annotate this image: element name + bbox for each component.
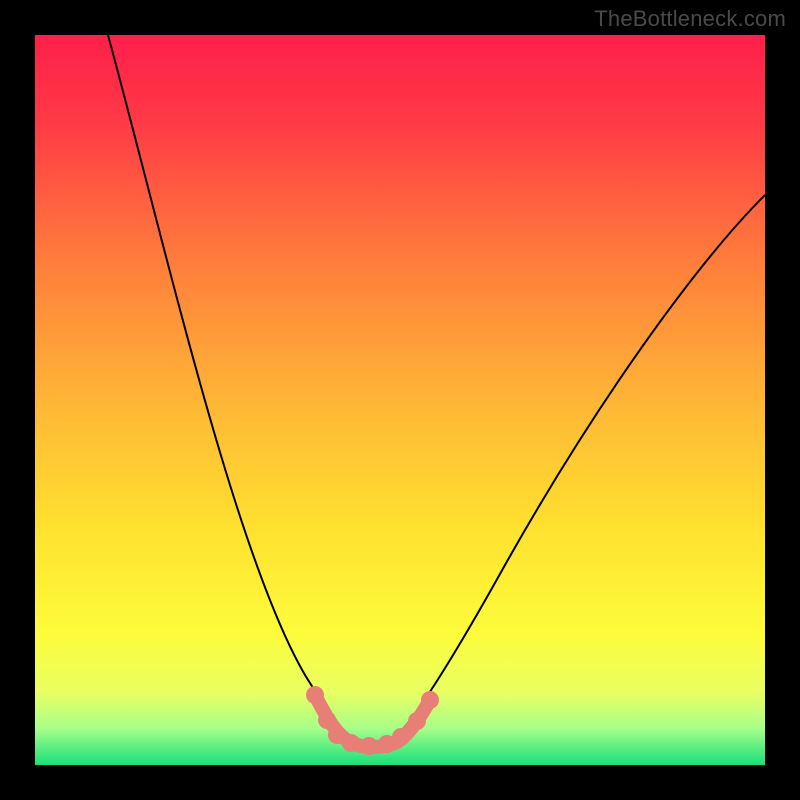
highlight-dot: [306, 686, 324, 704]
plot-area: [35, 35, 765, 765]
highlight-dot: [392, 728, 410, 746]
highlight-dot: [408, 712, 426, 730]
chart-frame: TheBottleneck.com: [0, 0, 800, 800]
watermark-text: TheBottleneck.com: [594, 6, 786, 32]
highlight-dot: [360, 737, 378, 755]
gradient-background: [35, 35, 765, 765]
plot-svg: [35, 35, 765, 765]
highlight-dot: [318, 711, 336, 729]
highlight-dot: [421, 691, 439, 709]
highlight-dot: [342, 734, 360, 752]
